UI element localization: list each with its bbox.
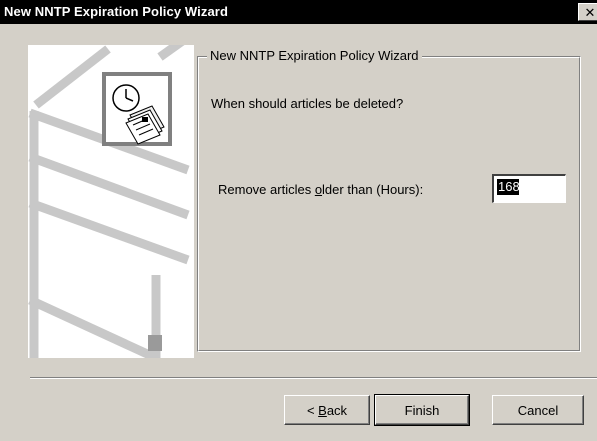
title-bar[interactable]: New NNTP Expiration Policy Wizard ✕ bbox=[0, 0, 597, 24]
wizard-window: New NNTP Expiration Policy Wizard ✕ New … bbox=[0, 0, 597, 441]
finish-button[interactable]: Finish bbox=[374, 394, 470, 426]
button-separator bbox=[30, 377, 597, 379]
close-button[interactable]: ✕ bbox=[578, 3, 597, 21]
server-wizard-illustration-icon bbox=[28, 45, 190, 358]
hours-label-post: lder than (Hours): bbox=[322, 182, 424, 197]
hours-input[interactable] bbox=[492, 174, 566, 203]
cancel-button[interactable]: Cancel bbox=[492, 395, 584, 425]
close-icon: ✕ bbox=[584, 5, 596, 20]
question-text: When should articles be deleted? bbox=[211, 96, 404, 111]
hours-label-accelerator: o bbox=[314, 182, 323, 197]
back-label-accelerator: B bbox=[318, 402, 327, 418]
hours-label-pre: Remove articles bbox=[218, 182, 315, 197]
groupbox-legend: New NNTP Expiration Policy Wizard bbox=[207, 48, 422, 63]
wizard-illustration bbox=[28, 45, 194, 358]
back-label-post: ack bbox=[326, 402, 348, 418]
hours-field-label: Remove articles older than (Hours): bbox=[218, 182, 423, 197]
back-button[interactable]: < Back bbox=[284, 395, 370, 425]
window-title: New NNTP Expiration Policy Wizard bbox=[4, 4, 228, 19]
back-label-pre: < bbox=[306, 402, 319, 418]
